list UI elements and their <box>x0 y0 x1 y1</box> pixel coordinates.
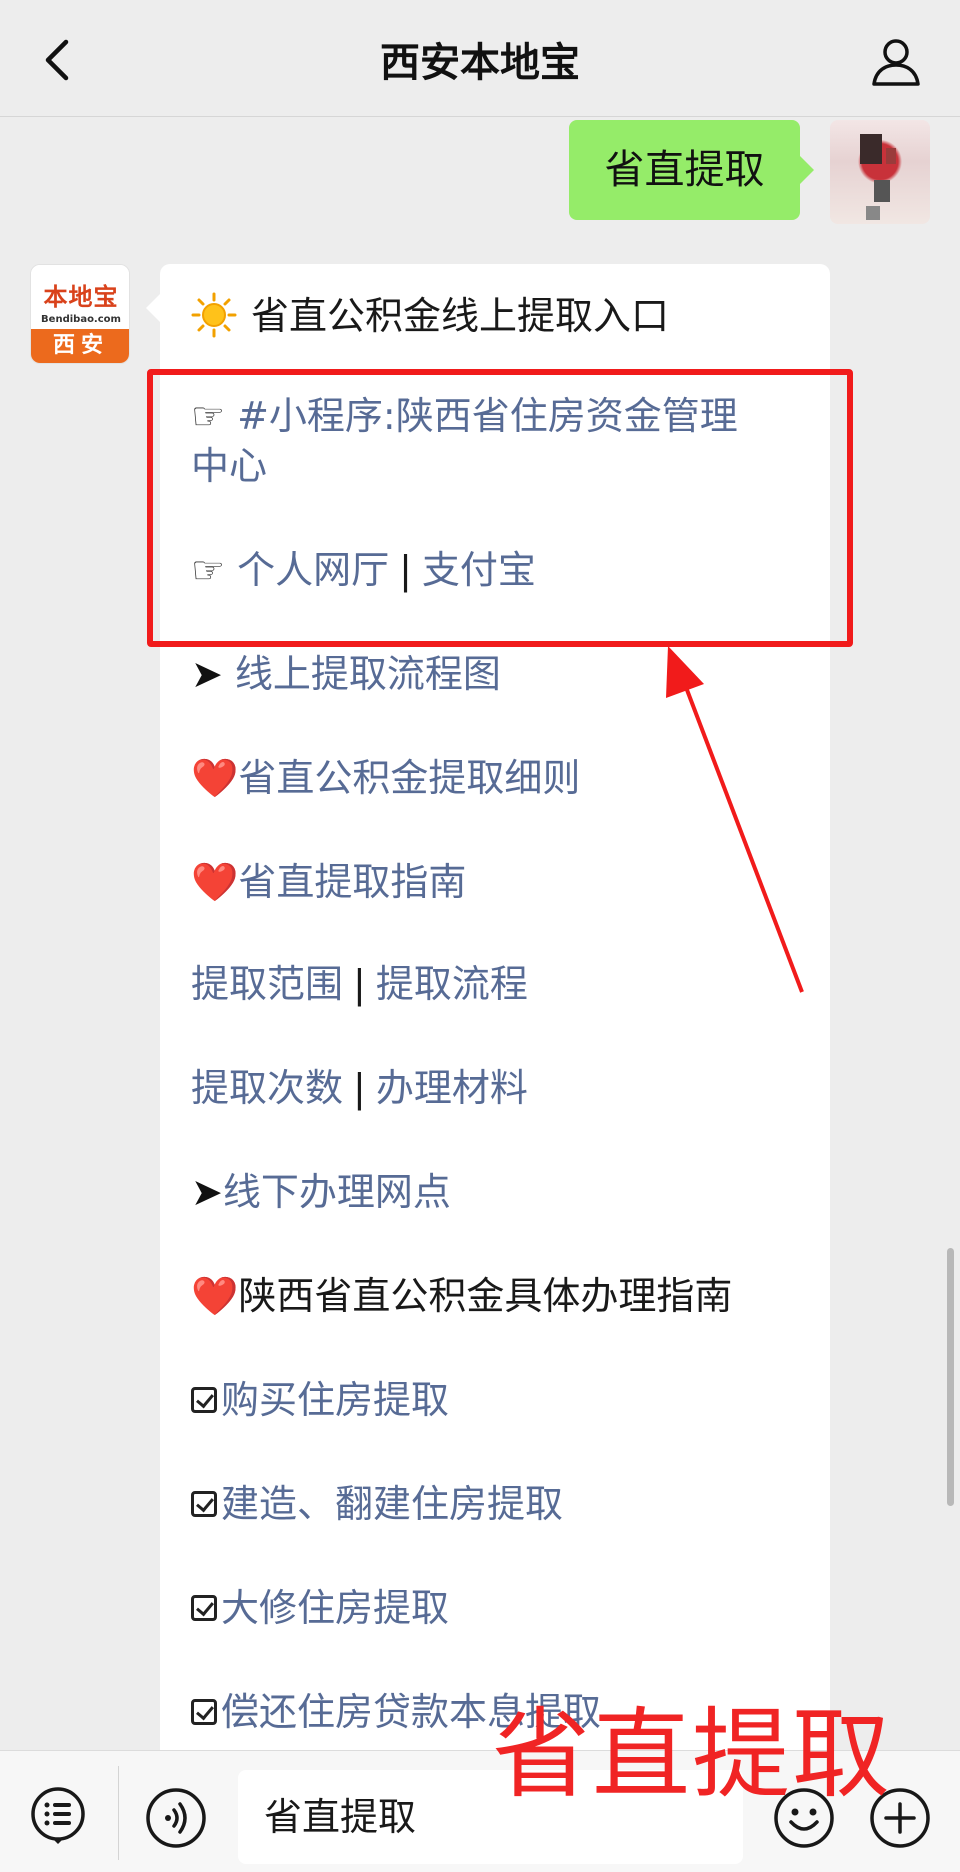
toolbar-divider <box>118 1766 119 1860</box>
checklist-item[interactable]: 大修住房提取 <box>191 1584 449 1632</box>
times-materials-row: 提取次数 | 办理材料 <box>191 1064 528 1112</box>
separator: | <box>353 1066 366 1110</box>
purchase-link[interactable]: 购买住房提取 <box>221 1378 449 1422</box>
checkbox-icon <box>191 1594 217 1621</box>
detailed-guide-row: ❤️陕西省直公积金具体办理指南 <box>191 1272 732 1320</box>
separator: | <box>353 962 366 1006</box>
scope-process-row: 提取范围 | 提取流程 <box>191 960 528 1008</box>
heading-text: 省直公积金线上提取入口 <box>251 294 670 338</box>
arrow-right-icon: ➤ <box>191 652 223 696</box>
outgoing-message-bubble[interactable]: 省直提取 <box>569 120 814 220</box>
heart-icon: ❤️ <box>191 860 239 904</box>
heart-icon: ❤️ <box>191 1274 239 1318</box>
rules-row[interactable]: ❤️省直公积金提取细则 <box>191 754 580 802</box>
checkbox-icon <box>191 1490 217 1517</box>
scrollbar[interactable] <box>947 1248 954 1506</box>
scope-link[interactable]: 提取范围 <box>191 962 343 1006</box>
checklist-item[interactable]: 建造、翻建住房提取 <box>191 1480 563 1528</box>
user-avatar[interactable] <box>830 120 930 224</box>
materials-link[interactable]: 办理材料 <box>376 1066 528 1110</box>
logo-top: 本地宝 Bendibao.com <box>31 265 129 331</box>
page-title: 西安本地宝 <box>380 40 580 86</box>
checklist-item[interactable]: 购买住房提取 <box>191 1376 449 1424</box>
heart-icon: ❤️ <box>191 756 239 800</box>
voice-icon[interactable] <box>144 1786 208 1850</box>
detailed-guide-text: 陕西省直公积金具体办理指南 <box>238 1274 733 1318</box>
guide-link[interactable]: 省直提取指南 <box>238 860 466 904</box>
build-link[interactable]: 建造、翻建住房提取 <box>221 1482 563 1526</box>
offline-outlets-link[interactable]: 线下办理网点 <box>223 1170 451 1214</box>
checkbox-icon <box>191 1386 217 1413</box>
highlight-box <box>147 369 853 647</box>
process-link[interactable]: 提取流程 <box>376 962 528 1006</box>
online-flowchart-link[interactable]: 线上提取流程图 <box>235 652 501 696</box>
rules-link[interactable]: 省直公积金提取细则 <box>238 756 580 800</box>
logo-city-text: 西安 <box>31 329 129 363</box>
checkbox-icon <box>191 1698 217 1725</box>
overlay-caption: 省直提取 <box>492 1698 893 1812</box>
repair-link[interactable]: 大修住房提取 <box>221 1586 449 1630</box>
sun-icon <box>191 292 237 337</box>
guide-row[interactable]: ❤️省直提取指南 <box>191 858 466 906</box>
profile-icon[interactable] <box>868 34 924 90</box>
official-account-avatar[interactable]: 本地宝 Bendibao.com 西安 <box>30 264 130 364</box>
offline-row[interactable]: ➤线下办理网点 <box>191 1168 451 1216</box>
logo-brand-text: 本地宝 <box>43 282 119 311</box>
logo-url-text: Bendibao.com <box>41 314 121 325</box>
times-link[interactable]: 提取次数 <box>191 1066 343 1110</box>
menu-list-icon[interactable] <box>28 1786 88 1846</box>
arrow-right-icon: ➤ <box>191 1170 223 1214</box>
message-heading: 省直公积金线上提取入口 <box>191 292 669 340</box>
flowchart-row[interactable]: ➤ 线上提取流程图 <box>191 650 501 698</box>
